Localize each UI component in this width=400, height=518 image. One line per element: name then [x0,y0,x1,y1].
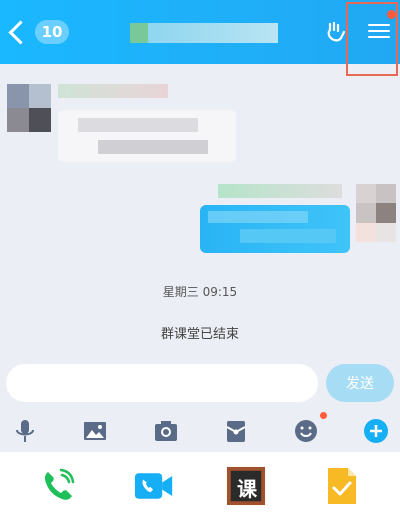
classroom-label: 课 [237,476,257,501]
avatar[interactable] [7,84,51,132]
system-message: 群课堂已结束 [160,327,239,342]
composer: 发送 [0,364,400,404]
message-input[interactable] [6,364,318,402]
message-timestamp: 星期三 09:15 [162,285,238,299]
emoji-icon[interactable] [291,416,321,446]
menu-icon[interactable] [368,10,396,42]
message-list: 星期三 09:15 群课堂已结束 [0,64,400,364]
chevron-left-icon [8,19,33,45]
chat-title [130,23,278,43]
plus-icon[interactable] [361,416,391,446]
incoming-message-bubble[interactable] [58,110,236,162]
video-call-icon[interactable] [134,466,174,506]
phone-call-icon[interactable] [38,466,78,506]
homework-icon[interactable] [322,466,362,506]
microphone-icon[interactable] [10,416,40,446]
emoji-notification-dot [320,412,327,419]
quick-app-bar: 课 [0,452,400,518]
classroom-icon[interactable]: 课 [226,466,266,506]
camera-icon[interactable] [151,416,181,446]
notification-dot [387,10,396,19]
sender-name [58,84,168,98]
send-button[interactable]: 发送 [326,364,394,402]
chat-header: 10 [0,0,400,64]
avatar[interactable] [356,184,396,242]
input-toolbar [0,410,400,450]
outgoing-message-bubble[interactable] [200,205,350,253]
red-packet-icon[interactable] [221,416,251,446]
gesture-icon[interactable] [324,20,348,44]
image-icon[interactable] [80,416,110,446]
sender-name [218,184,342,198]
unread-count-badge: 10 [35,20,69,44]
back-button[interactable]: 10 [8,18,69,46]
